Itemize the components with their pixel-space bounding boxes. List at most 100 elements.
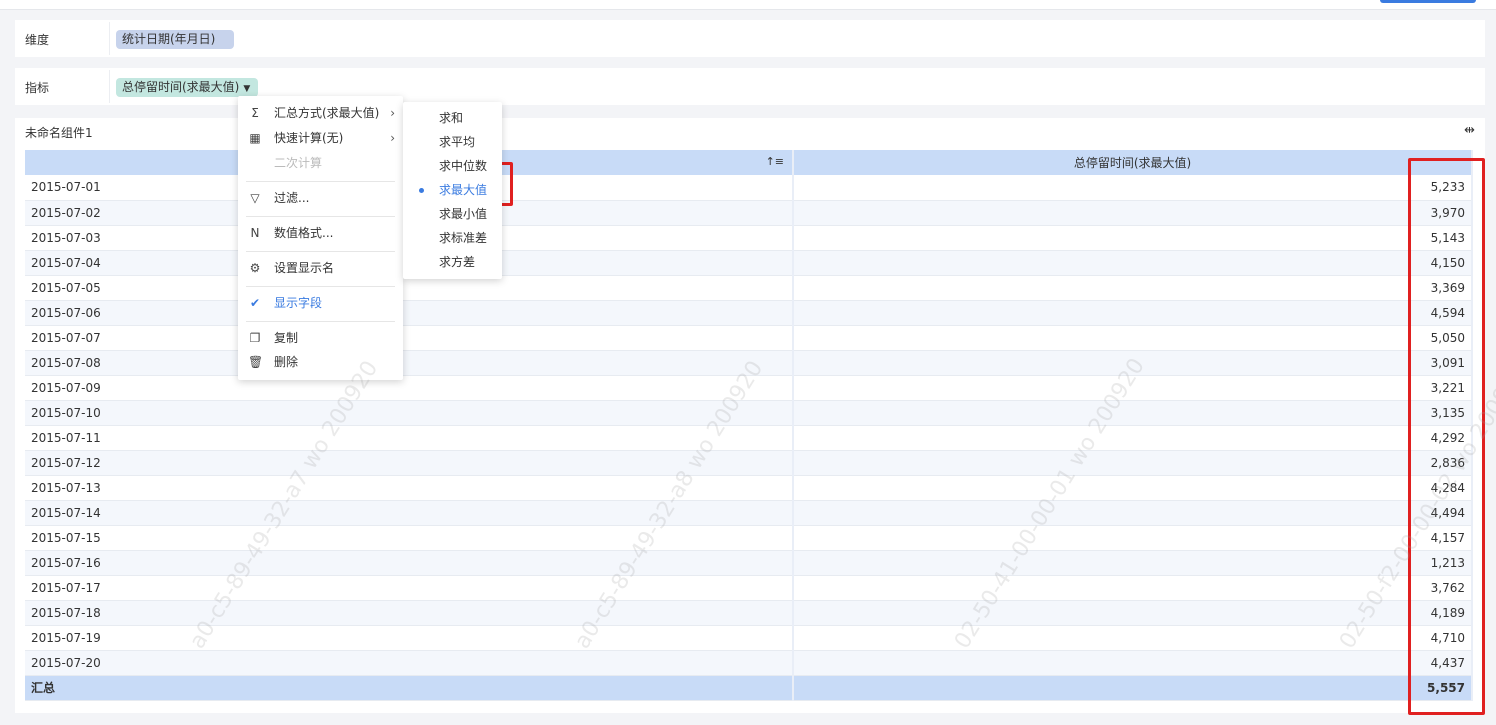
submenu-item-label: 求和 [439,111,464,125]
menu-separator [246,216,395,217]
date-cell: 2015-07-20 [25,650,794,676]
value-cell: 4,594 [793,300,1473,326]
menu-item-label: 数值格式... [274,226,334,240]
value-cell: 5,233 [793,175,1473,201]
total-label: 汇总 [25,675,794,701]
date-cell: 2015-07-06 [25,300,794,326]
submenu-item[interactable]: 求最大值 [403,179,502,201]
value-cell: 3,970 [793,200,1473,226]
dimension-chip[interactable]: 统计日期(年月日) [116,30,234,49]
dimension-label: 维度 [25,33,50,47]
number-format-icon: N [250,226,260,240]
table-row: 2015-07-15 4,157 [25,525,1473,551]
submenu-item-label: 求最小值 [439,207,488,221]
menu-separator [246,181,395,182]
menu-item-label: 显示字段 [274,296,323,310]
divider [109,70,110,103]
component-title: 未命名组件1 [25,126,93,140]
chevron-right-icon: › [390,106,395,120]
submenu-item-label: 求最大值 [439,183,488,197]
submenu-item-label: 求中位数 [439,159,488,173]
summary-submenu: 求和求平均求中位数求最大值求最小值求标准差求方差 [403,102,502,279]
copy-icon: ❐ [249,331,261,345]
chevron-down-icon[interactable]: ▼ [243,84,250,94]
submenu-item-label: 求标准差 [439,231,488,245]
table-row: 2015-07-12 2,836 [25,450,1473,476]
gear-icon: ⚙ [249,261,261,275]
value-cell: 3,091 [793,350,1473,376]
date-cell: 2015-07-09 [25,375,794,401]
expand-horizontal-icon[interactable]: ⇹ [1464,123,1475,138]
value-cell: 1,213 [793,550,1473,576]
menu-item-label: 二次计算 [274,156,323,170]
value-cell: 5,050 [793,325,1473,351]
menu-item-show-field[interactable]: ✔ 显示字段 [238,292,403,314]
checkmark-icon: ✔ [249,296,261,310]
date-cell: 2015-07-12 [25,450,794,476]
calculator-icon: ▦ [249,131,261,145]
value-cell: 3,135 [793,400,1473,426]
value-cell: 4,494 [793,500,1473,526]
value-cell: 4,284 [793,475,1473,501]
value-cell: 3,369 [793,275,1473,301]
value-cell: 5,143 [793,225,1473,251]
highlight-box-values [1408,158,1485,715]
table-header-value[interactable]: 总停留时间(求最大值) [793,150,1473,175]
menu-item-filter[interactable]: ▽ 过滤... [238,187,403,209]
dimension-row: 维度 统计日期(年月日) [15,20,1485,57]
context-menu: Σ 汇总方式(求最大值) › ▦ 快速计算(无) › 二次计算 ▽ 过滤... … [238,96,403,380]
table-row: 2015-07-16 1,213 [25,550,1473,576]
table-row: 2015-07-17 3,762 [25,575,1473,601]
menu-item-label: 删除 [274,355,299,369]
menu-item-label: 复制 [274,331,299,345]
submenu-item[interactable]: 求标准差 [403,227,502,249]
sort-ascending-icon[interactable]: ↑≡ [766,155,784,168]
date-cell: 2015-07-14 [25,500,794,526]
submenu-item[interactable]: 求和 [403,107,502,129]
value-cell: 4,189 [793,600,1473,626]
value-cell: 4,437 [793,650,1473,676]
submenu-item-label: 求方差 [439,255,476,269]
submenu-item-label: 求平均 [439,135,476,149]
menu-item-label: 快速计算(无) [274,131,344,145]
table-row: 2015-07-20 4,437 [25,650,1473,676]
menu-item-summary[interactable]: Σ 汇总方式(求最大值) › [238,102,403,124]
date-cell: 2015-07-15 [25,525,794,551]
menu-item-copy[interactable]: ❐ 复制 [238,327,403,349]
value-cell: 3,221 [793,375,1473,401]
menu-item-display-name[interactable]: ⚙ 设置显示名 [238,257,403,279]
component-panel: 未命名组件1 ⇹ ↑≡ 总停留时间(求最大值) 2015-07-01 5,233 2… [15,118,1485,713]
table-row: 2015-07-18 4,189 [25,600,1473,626]
metric-chip[interactable]: 总停留时间(求最大值) ▼ [116,78,258,97]
menu-separator [246,286,395,287]
toolbar-button[interactable] [1380,0,1476,3]
total-row: 汇总 5,557 [25,675,1473,701]
table-row: 2015-07-13 4,284 [25,475,1473,501]
sigma-icon: Σ [251,106,259,120]
value-cell: 4,157 [793,525,1473,551]
menu-separator [246,321,395,322]
submenu-item[interactable]: 求中位数 [403,155,502,177]
value-cell: 4,710 [793,625,1473,651]
submenu-item[interactable]: 求最小值 [403,203,502,225]
submenu-item[interactable]: 求方差 [403,251,502,273]
date-cell: 2015-07-08 [25,350,794,376]
metric-label: 指标 [25,81,50,95]
date-cell: 2015-07-16 [25,550,794,576]
value-cell: 4,150 [793,250,1473,276]
filter-icon: ▽ [250,191,260,205]
date-cell: 2015-07-18 [25,600,794,626]
value-cell: 3,762 [793,575,1473,601]
table-row: 2015-07-14 4,494 [25,500,1473,526]
menu-item-label: 过滤... [274,191,310,205]
date-cell: 2015-07-07 [25,325,794,351]
trash-icon: 🗑 [248,355,264,369]
menu-separator [246,251,395,252]
date-cell: 2015-07-10 [25,400,794,426]
submenu-item[interactable]: 求平均 [403,131,502,153]
value-cell: 2,836 [793,450,1473,476]
total-value: 5,557 [793,675,1473,701]
menu-item-number-format[interactable]: N 数值格式... [238,222,403,244]
menu-item-quick-calc[interactable]: ▦ 快速计算(无) › [238,127,403,149]
menu-item-delete[interactable]: 🗑 删除 [238,351,403,373]
